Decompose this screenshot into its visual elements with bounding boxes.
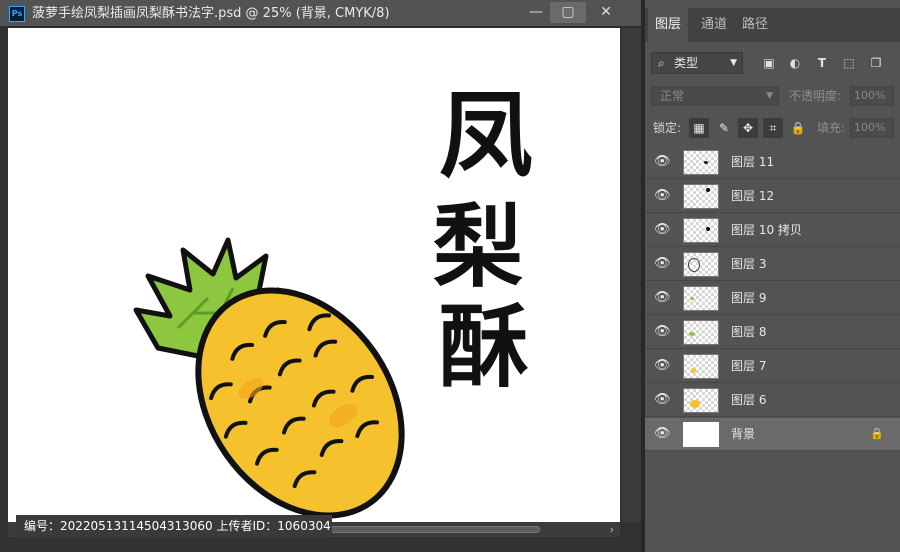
scroll-right-arrow-icon[interactable]: › [610,522,614,537]
fill-field[interactable]: 100% [850,118,894,138]
layer-row[interactable]: 👁 图层 11 [645,146,900,179]
eye-icon[interactable]: 👁 [654,324,671,340]
adjustment-filter-icon[interactable]: ◐ [788,56,802,70]
canvas-artwork: 凤 梨 酥 [133,82,533,519]
eye-icon[interactable]: 👁 [654,426,671,442]
lock-artboard-icon[interactable]: ⌗ [763,118,783,138]
eye-icon[interactable]: 👁 [654,222,671,238]
layer-name: 图层 6 [731,393,767,407]
layer-name: 图层 9 [731,291,767,305]
minimize-button[interactable]: — [518,2,554,23]
lock-all-icon[interactable]: 🔒 [788,118,808,138]
lock-image-pixels-icon[interactable]: ✎ [714,118,734,138]
layer-row[interactable]: 👁 图层 10 拷贝 [645,214,900,247]
blend-mode-select[interactable]: 正常 ▼ [651,86,779,106]
document-window: Ps 菠萝手绘凤梨插画凤梨酥书法字.psd @ 25% (背景, CMYK/8)… [0,0,641,552]
layer-name: 图层 11 [731,155,775,169]
lock-position-icon[interactable]: ✥ [738,118,758,138]
chevron-down-icon: ▼ [730,58,737,68]
layer-thumbnail [683,184,719,209]
filter-kind-label: 类型 [674,56,699,70]
document-title: 菠萝手绘凤梨插画凤梨酥书法字.psd @ 25% (背景, CMYK/8) [32,6,390,21]
image-canvas[interactable]: 凤 梨 酥 [8,28,620,522]
layer-name: 图层 12 [731,189,775,203]
layer-row[interactable]: 👁 图层 12 [645,180,900,213]
photoshop-app-icon: Ps [9,6,25,22]
layer-row[interactable]: 👁 图层 7 [645,350,900,383]
layer-thumbnail [683,150,719,175]
shape-filter-icon[interactable]: ⬚ [842,56,856,70]
blend-row: 正常 ▼ 不透明度: 100% [645,84,900,108]
eye-icon[interactable]: 👁 [654,256,671,272]
layer-row[interactable]: 👁 图层 9 [645,282,900,315]
layers-panel: 图层 通道 路径 ⌕ 类型 ▼ ▣ ◐ T ⬚ ❐ 正常 ▼ 不透明度: 100… [645,0,900,552]
layer-thumbnail [683,252,719,277]
chevron-down-icon: ▼ [766,91,773,101]
layer-thumbnail [683,218,719,243]
layer-list: 👁 图层 11 👁 图层 12 👁 图层 10 拷贝 👁 图层 3 👁 图层 9… [645,146,900,552]
layer-row-selected[interactable]: 👁 背景 🔒 [645,418,900,451]
close-button[interactable]: ✕ [588,2,624,23]
layer-thumbnail [683,422,719,447]
lock-row: 锁定: ▦ ✎ ✥ ⌗ 🔒 填充: 100% [645,116,900,140]
layer-thumbnail [683,286,719,311]
filter-kind-select[interactable]: ⌕ 类型 ▼ [651,52,743,74]
layer-name: 图层 7 [731,359,767,373]
panel-tabs: 图层 通道 路径 [645,8,900,42]
blend-mode-value: 正常 [660,89,685,103]
vertical-scrollbar[interactable] [622,28,641,522]
calligraphy-char-1: 凤 [439,82,533,191]
opacity-label: 不透明度: [789,89,842,103]
layer-name: 图层 3 [731,257,767,271]
layer-thumbnail [683,388,719,413]
type-filter-icon[interactable]: T [815,56,829,70]
eye-icon[interactable]: 👁 [654,188,671,204]
layer-thumbnail [683,354,719,379]
tab-paths[interactable]: 路径 [737,8,773,42]
layer-name: 图层 8 [731,325,767,339]
smart-object-filter-icon[interactable]: ❐ [869,56,883,70]
calligraphy-char-2: 梨 [433,195,523,300]
layer-name: 背景 [731,427,756,441]
eye-icon[interactable]: 👁 [654,358,671,374]
layer-thumbnail [683,320,719,345]
layer-filter-row: ⌕ 类型 ▼ ▣ ◐ T ⬚ ❐ [645,50,900,77]
lock-icon: 🔒 [870,427,884,440]
document-title-bar[interactable]: Ps 菠萝手绘凤梨插画凤梨酥书法字.psd @ 25% (背景, CMYK/8)… [0,0,641,27]
eye-icon[interactable]: 👁 [654,154,671,170]
layer-name: 图层 10 拷贝 [731,223,802,237]
tab-channels[interactable]: 通道 [693,8,735,42]
layer-row[interactable]: 👁 图层 3 [645,248,900,281]
layer-row[interactable]: 👁 图层 6 [645,384,900,417]
eye-icon[interactable]: 👁 [654,392,671,408]
eye-icon[interactable]: 👁 [654,290,671,306]
lock-transparent-pixels-icon[interactable]: ▦ [689,118,709,138]
lock-label: 锁定: [653,121,682,135]
watermark-label: 编号：20220513114504313060 上传者ID：1060304 [16,515,332,537]
calligraphy-char-3: 酥 [439,295,529,400]
layer-row[interactable]: 👁 图层 8 [645,316,900,349]
fill-label: 填充: [817,121,846,135]
opacity-field[interactable]: 100% [850,86,894,106]
maximize-button[interactable]: ▢ [550,2,586,23]
tab-layers[interactable]: 图层 [648,8,688,42]
search-icon: ⌕ [658,56,665,70]
image-filter-icon[interactable]: ▣ [762,56,776,70]
